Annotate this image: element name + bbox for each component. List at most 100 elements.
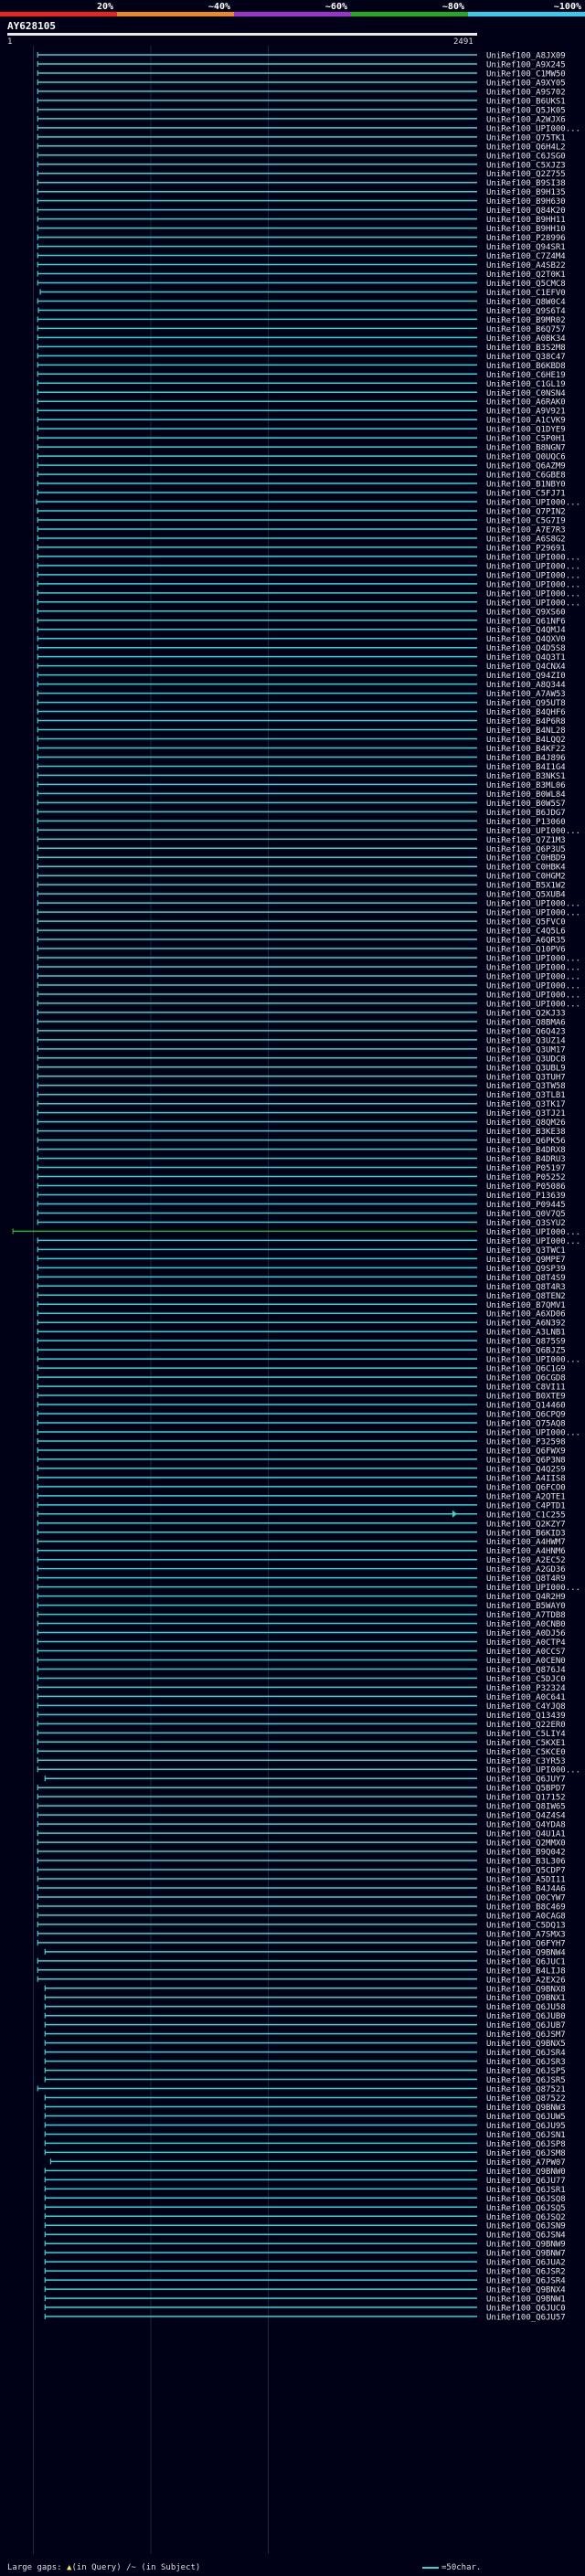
hit-name[interactable]: UniRef100_C4YJQ8 (486, 1702, 566, 1712)
hit-name[interactable]: UniRef100_Q95UT8 (486, 699, 566, 708)
hit-name[interactable]: UniRef100_B3NKS1 (486, 772, 566, 781)
hit-name[interactable]: UniRef100_B6Q757 (486, 325, 566, 334)
hit-name[interactable]: UniRef100_A6S8G2 (486, 535, 566, 544)
hit-name[interactable]: UniRef100_Q6FYH7 (486, 1939, 566, 1948)
hit-name[interactable]: UniRef100_B6UKS1 (486, 97, 566, 106)
hit-name[interactable]: UniRef100_UPI000... (486, 964, 580, 973)
hit-name[interactable]: UniRef100_A4IIS8 (486, 1474, 566, 1483)
hit-name[interactable]: UniRef100_A9V921 (486, 408, 566, 417)
hit-name[interactable]: UniRef100_Q4YDA8 (486, 1821, 566, 1830)
hit-name[interactable]: UniRef100_B1NBY0 (486, 481, 566, 490)
hit-name[interactable]: UniRef100_Q9XS60 (486, 608, 566, 617)
hit-name[interactable]: UniRef100_B9HH10 (486, 225, 566, 234)
hit-name[interactable]: UniRef100_Q4QMJ4 (486, 626, 566, 635)
hit-name[interactable]: UniRef100_A0CAG8 (486, 1912, 566, 1921)
hit-name[interactable]: UniRef100_P05197 (486, 1164, 566, 1173)
hit-name[interactable]: UniRef100_A7AW53 (486, 690, 566, 699)
hit-name[interactable]: UniRef100_Q0UQC6 (486, 453, 566, 462)
hit-name[interactable]: UniRef100_Q94ZI0 (486, 672, 566, 681)
hit-name[interactable]: UniRef100_Q3TW58 (486, 1082, 566, 1091)
hit-name[interactable]: UniRef100_UPI000... (486, 1000, 580, 1009)
hit-name[interactable]: UniRef100_B0XTE9 (486, 1393, 566, 1402)
hit-name[interactable]: UniRef100_A5DI11 (486, 1876, 566, 1885)
hit-name[interactable]: UniRef100_A7SMX3 (486, 1930, 566, 1939)
hit-name[interactable]: UniRef100_UPI000... (486, 1584, 580, 1593)
hit-name[interactable]: UniRef100_Q6JSR1 (486, 2186, 566, 2195)
hit-name[interactable]: UniRef100_Q9BNX1 (486, 1994, 566, 2003)
hit-name[interactable]: UniRef100_Q6JSM8 (486, 2149, 566, 2158)
hit-name[interactable]: UniRef100_Q5XUB4 (486, 891, 566, 900)
hit-name[interactable]: UniRef100_C1EFV0 (486, 289, 566, 298)
hit-name[interactable]: UniRef100_A7PW07 (486, 2158, 566, 2168)
hit-name[interactable]: UniRef100_A4SB22 (486, 261, 566, 270)
hit-name[interactable]: UniRef100_Q6JSP5 (486, 2067, 566, 2076)
hit-name[interactable]: UniRef100_Q9S6T4 (486, 307, 566, 316)
hit-name[interactable]: UniRef100_P05252 (486, 1173, 566, 1182)
hit-name[interactable]: UniRef100_Q14460 (486, 1402, 566, 1411)
hit-name[interactable]: UniRef100_B4LIJ8 (486, 1966, 566, 1976)
hit-name[interactable]: UniRef100_C1MW50 (486, 69, 566, 79)
hit-name[interactable]: UniRef100_A0C641 (486, 1693, 566, 1702)
hit-name[interactable]: UniRef100_C8VI11 (486, 1383, 566, 1393)
hit-name[interactable]: UniRef100_B5WAY0 (486, 1602, 566, 1611)
hit-name[interactable]: UniRef100_Q6FWX9 (486, 1447, 566, 1456)
hit-name[interactable]: UniRef100_Q6JUA2 (486, 2259, 566, 2268)
hit-name[interactable]: UniRef100_UPI000... (486, 1428, 580, 1437)
hit-name[interactable]: UniRef100_Q876J4 (486, 1666, 566, 1675)
hit-name[interactable]: UniRef100_C4PTD1 (486, 1501, 566, 1511)
hit-name[interactable]: UniRef100_B0WL84 (486, 790, 566, 800)
hit-name[interactable]: UniRef100_A0BK34 (486, 334, 566, 344)
hit-name[interactable]: UniRef100_Q94SR1 (486, 243, 566, 252)
hit-name[interactable]: UniRef100_C0HBK4 (486, 864, 566, 873)
hit-name[interactable]: UniRef100_Q10PV6 (486, 946, 566, 955)
hit-name[interactable]: UniRef100_Q3UZ14 (486, 1036, 566, 1045)
hit-name[interactable]: UniRef100_Q9BNW0 (486, 2168, 566, 2177)
hit-name[interactable]: UniRef100_Q7PIN2 (486, 508, 566, 517)
hit-name[interactable]: UniRef100_Q2KJ33 (486, 1009, 566, 1018)
hit-name[interactable]: UniRef100_UPI000... (486, 571, 580, 580)
hit-name[interactable]: UniRef100_UPI000... (486, 124, 580, 133)
hit-name[interactable]: UniRef100_A2QTE1 (486, 1492, 566, 1501)
hit-name[interactable]: UniRef100_Q6JSR3 (486, 2058, 566, 2067)
hit-name[interactable]: UniRef100_Q0CYW7 (486, 1893, 566, 1903)
hit-name[interactable]: UniRef100_C1GL19 (486, 380, 566, 389)
hit-name[interactable]: UniRef100_Q6JUC1 (486, 1957, 566, 1966)
hit-name[interactable]: UniRef100_UPI000... (486, 991, 580, 1000)
hit-name[interactable]: UniRef100_C5DQ13 (486, 1921, 566, 1930)
hit-name[interactable]: UniRef100_Q9BNW7 (486, 2250, 566, 2259)
hit-name[interactable]: UniRef100_Q6JSR5 (486, 2076, 566, 2085)
hit-name[interactable]: UniRef100_B6JDG7 (486, 809, 566, 818)
hit-name[interactable]: UniRef100_Q4R2H9 (486, 1593, 566, 1602)
hit-name[interactable]: UniRef100_Q9BNW1 (486, 2295, 566, 2305)
hit-name[interactable]: UniRef100_A7TDB8 (486, 1611, 566, 1620)
hit-name[interactable]: UniRef100_Q7Z1M3 (486, 836, 566, 845)
hit-name[interactable]: UniRef100_Q3TJ21 (486, 1109, 566, 1118)
hit-name[interactable]: UniRef100_Q8T4R3 (486, 1283, 566, 1292)
hit-name[interactable]: UniRef100_B8C469 (486, 1903, 566, 1912)
hit-name[interactable]: UniRef100_C5XJZ3 (486, 161, 566, 170)
hit-name[interactable]: UniRef100_A4HWM7 (486, 1538, 566, 1547)
hit-name[interactable]: UniRef100_C7Z4M4 (486, 252, 566, 261)
hit-name[interactable]: UniRef100_Q75TK1 (486, 133, 566, 143)
hit-name[interactable]: UniRef100_B3L306 (486, 1858, 566, 1867)
hit-name[interactable]: UniRef100_UPI000... (486, 827, 580, 836)
hit-name[interactable]: UniRef100_A9XY05 (486, 79, 566, 88)
hit-name[interactable]: UniRef100_Q9BNW9 (486, 2241, 566, 2250)
hit-name[interactable]: UniRef100_Q4Q2S9 (486, 1465, 566, 1474)
hit-name[interactable]: UniRef100_A6RAK0 (486, 398, 566, 408)
hit-name[interactable]: UniRef100_Q9BNX4 (486, 2286, 566, 2295)
hit-name[interactable]: UniRef100_Q6FCO0 (486, 1483, 566, 1492)
hit-name[interactable]: UniRef100_A0CNB0 (486, 1620, 566, 1629)
hit-name[interactable]: UniRef100_A6XD06 (486, 1310, 566, 1320)
hit-name[interactable]: UniRef100_Q8T4S9 (486, 1274, 566, 1283)
hit-name[interactable]: UniRef100_Q9BNX8 (486, 1985, 566, 1994)
hit-name[interactable]: UniRef100_A0CTP4 (486, 1638, 566, 1648)
hit-name[interactable]: UniRef100_UPI000... (486, 499, 580, 508)
hit-name[interactable]: UniRef100_Q6JU95 (486, 2122, 566, 2131)
hit-name[interactable]: UniRef100_B3ML06 (486, 781, 566, 790)
hit-name[interactable]: UniRef100_A2EC52 (486, 1556, 566, 1565)
hit-name[interactable]: UniRef100_Q5FVC0 (486, 918, 566, 928)
hit-name[interactable]: UniRef100_Q6JUW5 (486, 2113, 566, 2122)
hit-name[interactable]: UniRef100_Q8QM26 (486, 1118, 566, 1128)
hit-name[interactable]: UniRef100_UPI000... (486, 589, 580, 599)
